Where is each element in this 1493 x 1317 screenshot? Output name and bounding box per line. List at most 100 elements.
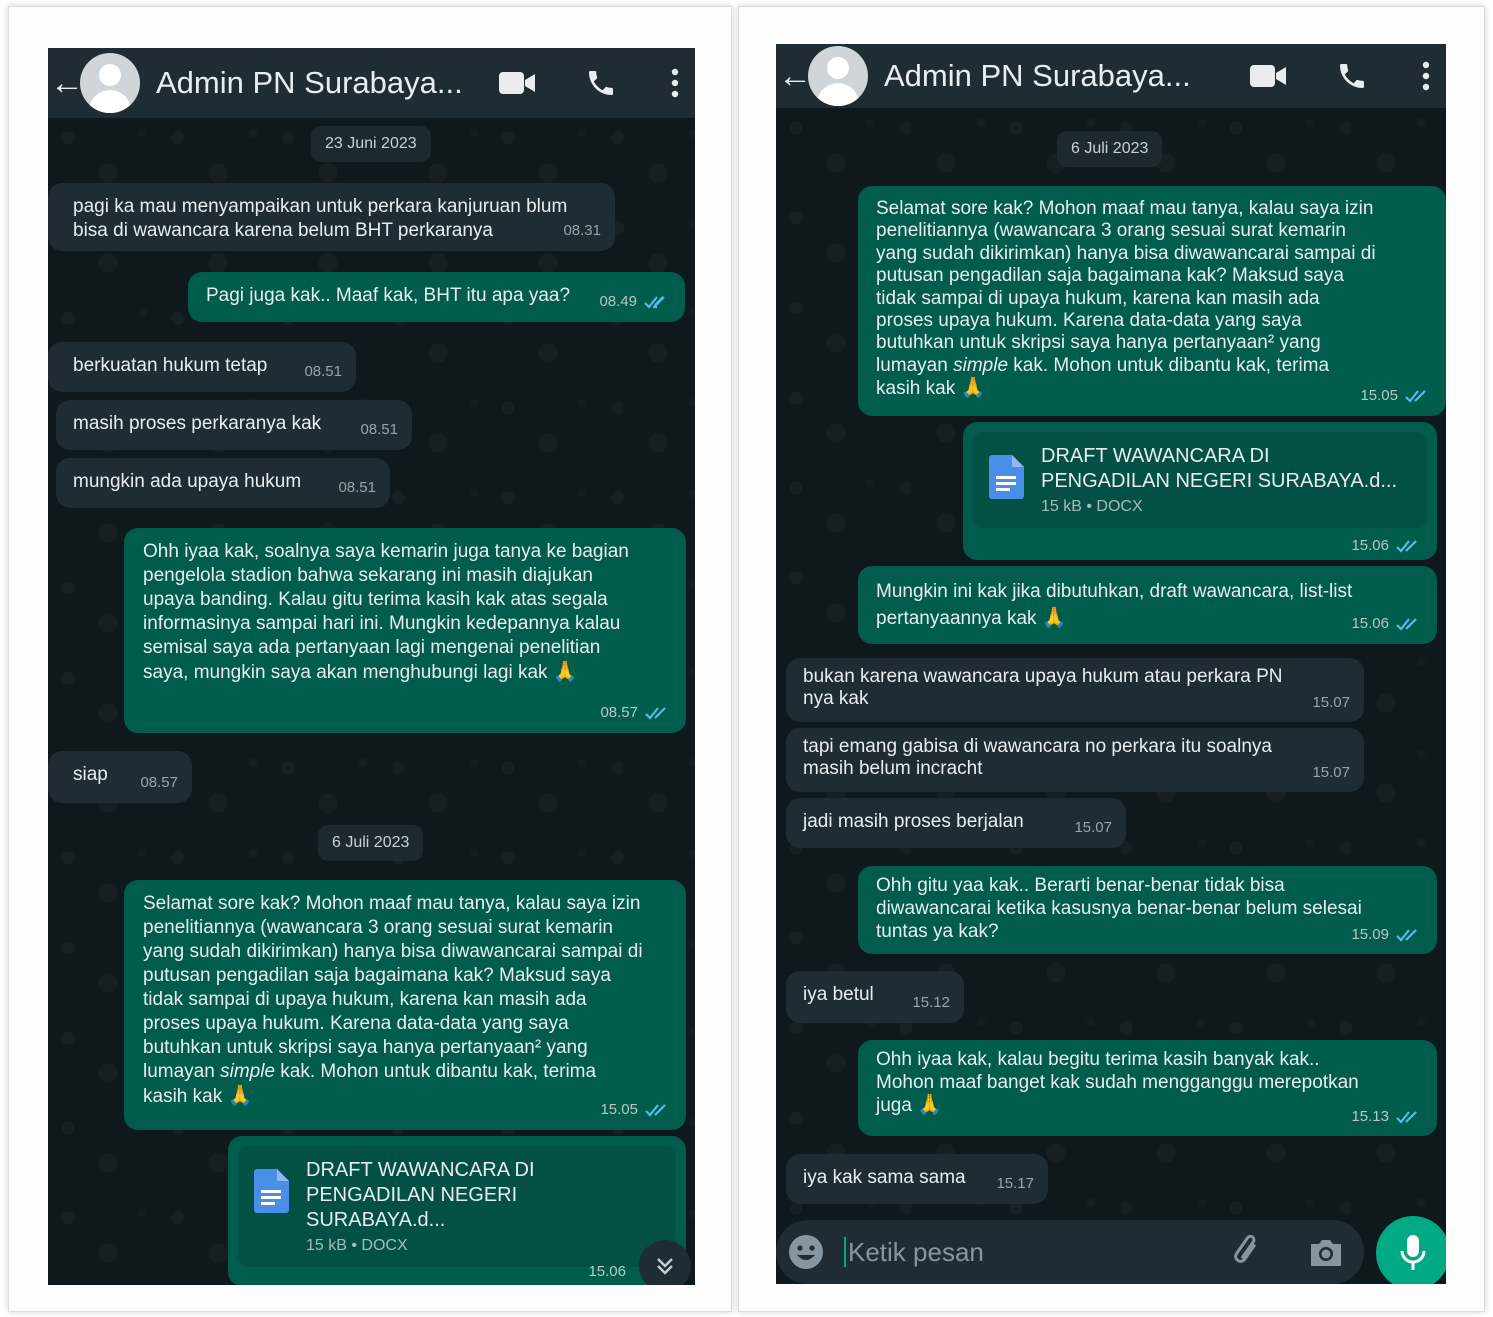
incoming-message[interactable]: iya betul 15.12 (786, 971, 964, 1023)
read-receipt-icon (645, 1104, 666, 1117)
incoming-message[interactable]: berkuatan hukum tetap 08.51 (48, 342, 356, 392)
document-file-icon (254, 1169, 289, 1213)
back-arrow-icon[interactable]: ← (50, 66, 84, 100)
outgoing-message[interactable]: Pagi juga kak.. Maaf kak, BHT itu apa ya… (188, 272, 685, 322)
voice-message-button[interactable] (1376, 1216, 1446, 1284)
document-name: DRAFT WAWANCARA DI (306, 1159, 535, 1181)
date-divider: 6 Juli 2023 (1057, 131, 1163, 167)
message-time: 15.13 (1351, 1108, 1389, 1125)
read-receipt-icon (1396, 618, 1417, 631)
message-time: 08.51 (304, 363, 342, 380)
read-receipt-icon (644, 296, 665, 309)
text-cursor (844, 1237, 846, 1267)
message-text: tapi emang gabisa di wawancara no perkar… (803, 736, 1272, 779)
incoming-message[interactable]: iya kak sama sama 15.17 (786, 1154, 1048, 1204)
message-input-bar[interactable]: Ketik pesan (776, 1220, 1364, 1284)
right-phone-screen: ← Admin PN Surabaya... 6 Juli 2023 Selam… (776, 44, 1446, 1284)
video-call-icon[interactable] (497, 63, 537, 103)
message-text: Ohh iyaa kak, kalau begitu terima kasih … (876, 1049, 1359, 1116)
message-time: 08.57 (600, 704, 638, 721)
document-message[interactable]: DRAFT WAWANCARA DI PENGADILAN NEGERI SUR… (228, 1136, 686, 1285)
double-chevron-down-icon (657, 1258, 673, 1275)
document-card[interactable]: DRAFT WAWANCARA DI PENGADILAN NEGERI SUR… (238, 1146, 676, 1267)
document-info: 15 kB • DOCX (306, 1237, 408, 1254)
message-text: Ohh iyaa kak, soalnya saya kemarin juga … (143, 541, 629, 683)
message-text: berkuatan hukum tetap (73, 355, 268, 376)
message-text: Ohh gitu yaa kak.. Berarti benar-benar t… (876, 875, 1362, 942)
voice-call-icon[interactable] (581, 63, 621, 103)
message-text: Mungkin ini kak jika dibutuhkan, draft w… (876, 581, 1353, 629)
pray-emoji: 🙏 (1041, 607, 1067, 629)
message-time: 15.12 (912, 994, 950, 1011)
message-time: 08.57 (140, 774, 178, 791)
incoming-message[interactable]: siap 08.57 (48, 751, 192, 803)
emoji-icon[interactable] (786, 1232, 826, 1272)
message-time: 08.31 (563, 222, 601, 239)
avatar[interactable] (808, 46, 868, 106)
pray-emoji: 🙏 (960, 377, 986, 400)
back-arrow-icon[interactable]: ← (778, 59, 812, 93)
read-receipt-icon (1396, 928, 1417, 942)
document-name: DRAFT WAWANCARA DI (1041, 445, 1270, 467)
contact-name[interactable]: Admin PN Surabaya... (884, 58, 1248, 94)
message-time: 15.05 (1360, 387, 1398, 404)
message-time: 08.51 (360, 421, 398, 438)
document-name: PENGADILAN NEGERI SURABAYA.d... (1041, 470, 1398, 492)
pray-emoji: 🙏 (917, 1094, 943, 1116)
message-time: 15.06 (588, 1263, 626, 1280)
message-time: 15.07 (1312, 694, 1350, 711)
date-divider: 23 Juni 2023 (311, 126, 431, 162)
message-text: Selamat sore kak? Mohon maaf mau tanya, … (876, 198, 1376, 400)
document-message[interactable]: DRAFT WAWANCARA DI PENGADILAN NEGERI SUR… (963, 422, 1437, 560)
message-text: Selamat sore kak? Mohon maaf mau tanya, … (143, 893, 643, 1107)
message-text: bukan karena wawancara upaya hukum atau … (803, 666, 1283, 709)
outgoing-message[interactable]: Mungkin ini kak jika dibutuhkan, draft w… (858, 566, 1437, 644)
more-options-icon[interactable] (665, 63, 685, 103)
outgoing-message[interactable]: Selamat sore kak? Mohon maaf mau tanya, … (124, 880, 686, 1130)
message-text: pagi ka mau menyampaikan untuk perkara k… (73, 196, 568, 241)
message-text: masih proses perkaranya kak (73, 413, 322, 434)
video-call-icon[interactable] (1248, 56, 1288, 96)
pray-emoji: 🙏 (552, 661, 578, 683)
camera-icon[interactable] (1306, 1232, 1346, 1272)
contact-name[interactable]: Admin PN Surabaya... (156, 65, 497, 101)
outgoing-message[interactable]: Ohh gitu yaa kak.. Berarti benar-benar t… (858, 866, 1437, 954)
read-receipt-icon (1396, 1110, 1417, 1124)
outgoing-message[interactable]: Ohh iyaa kak, kalau begitu terima kasih … (858, 1040, 1437, 1136)
pray-emoji: 🙏 (227, 1085, 253, 1107)
outgoing-message[interactable]: Selamat sore kak? Mohon maaf mau tanya, … (858, 186, 1446, 416)
message-time: 15.07 (1074, 819, 1112, 836)
incoming-message[interactable]: bukan karena wawancara upaya hukum atau … (786, 658, 1364, 722)
message-text: jadi masih proses berjalan (803, 811, 1024, 832)
message-time: 15.07 (1312, 764, 1350, 781)
incoming-message[interactable]: pagi ka mau menyampaikan untuk perkara k… (48, 183, 615, 251)
document-card[interactable]: DRAFT WAWANCARA DI PENGADILAN NEGERI SUR… (973, 432, 1427, 528)
incoming-message[interactable]: jadi masih proses berjalan 15.07 (786, 798, 1126, 848)
incoming-message[interactable]: masih proses perkaranya kak 08.51 (56, 400, 412, 450)
date-divider: 6 Juli 2023 (318, 825, 424, 861)
attach-icon[interactable] (1228, 1232, 1268, 1272)
more-options-icon[interactable] (1416, 56, 1436, 96)
message-time: 08.51 (338, 479, 376, 496)
document-file-icon (989, 455, 1024, 499)
message-text: mungkin ada upaya hukum (73, 471, 302, 492)
voice-call-icon[interactable] (1332, 56, 1372, 96)
message-time: 15.17 (996, 1175, 1034, 1192)
read-receipt-icon (1405, 390, 1426, 403)
avatar[interactable] (80, 53, 140, 113)
document-info: 15 kB • DOCX (1041, 498, 1143, 515)
read-receipt-icon (645, 707, 666, 720)
message-input[interactable]: Ketik pesan (848, 1237, 1228, 1268)
incoming-message[interactable]: tapi emang gabisa di wawancara no perkar… (786, 728, 1364, 792)
incoming-message[interactable]: mungkin ada upaya hukum 08.51 (56, 458, 390, 508)
left-phone-screen: ← Admin PN Surabaya... 23 Juni 2023 pagi… (48, 48, 695, 1285)
chat-header: ← Admin PN Surabaya... (48, 48, 695, 118)
document-name: PENGADILAN NEGERI SURABAYA.d... (306, 1184, 518, 1231)
read-receipt-icon (1396, 539, 1417, 553)
message-time: 15.09 (1351, 926, 1389, 943)
message-time: 15.05 (600, 1101, 638, 1118)
outgoing-message[interactable]: Ohh iyaa kak, soalnya saya kemarin juga … (124, 528, 686, 733)
message-time: 15.06 (1351, 537, 1389, 554)
scroll-down-button[interactable] (639, 1240, 691, 1285)
chat-header: ← Admin PN Surabaya... (776, 44, 1446, 108)
